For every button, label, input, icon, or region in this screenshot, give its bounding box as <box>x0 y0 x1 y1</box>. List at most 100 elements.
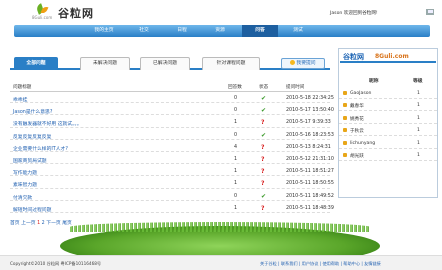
nav-item-home[interactable]: 我的主页 <box>86 25 122 37</box>
col-time: 提问时间 <box>286 85 305 90</box>
question-title-link[interactable]: 国家商贸局试题 <box>13 157 47 164</box>
nav-item-schedule[interactable]: 日程 <box>164 25 200 37</box>
col-title: 问题标题 <box>13 85 32 90</box>
table-row: Jason是什么意思? 0 ✔ 2010-5-17 13:50:40 <box>10 106 334 116</box>
qa-panel: 全部问题 未解决问题 已解决问题 针对课程问题 我要提问 问题标题 回答数 状态… <box>10 48 334 230</box>
site-header: 8Guli.com 谷粒网 Jason 欢迎回到谷粒网! <box>0 0 442 24</box>
question-title-link[interactable]: 反复反复反复反复 <box>13 133 51 140</box>
question-mark-icon: ? <box>261 180 265 188</box>
nav-item-resources[interactable]: 资源 <box>202 25 238 37</box>
question-icon <box>290 60 296 65</box>
tab-solved[interactable]: 已解决问题 <box>140 57 190 70</box>
username-link[interactable]: Jason <box>330 11 342 16</box>
check-icon: ✔ <box>261 131 267 139</box>
copyright-text: Copyright©2010 谷粒网 粤ICP备10116468号 <box>10 261 102 266</box>
question-title-link[interactable]: 素味智力题 <box>13 181 37 188</box>
user-name-link[interactable]: 姚秀花 <box>350 116 364 122</box>
table-row: 没有触发器就不好用 这就试。。。 1? 2010-5-17 9:39:33 <box>10 118 331 128</box>
nav-item-qa[interactable]: 问答 <box>242 25 278 37</box>
site-footer: Copyright©2010 谷粒网 粤ICP备10116468号 关于谷粒 |… <box>0 255 442 270</box>
question-title-link[interactable]: 没有触发器就不好用 这就试。。。 <box>13 120 82 127</box>
user-greeting: Jason 欢迎回到谷粒网! <box>330 10 378 16</box>
ranking-row: 姚秀花 1 <box>339 114 437 124</box>
question-title-link[interactable]: 付清欠款 <box>13 194 32 201</box>
check-icon: ✔ <box>261 95 267 102</box>
user-level: 1 <box>417 128 420 134</box>
ask-question-button[interactable]: 我要提问 <box>281 58 325 69</box>
answer-count: 0 <box>234 193 238 199</box>
answer-count: 1 <box>234 120 238 126</box>
answer-count: 0 <box>234 96 238 101</box>
answer-count: 4 <box>234 144 238 150</box>
question-title-link[interactable]: Jason是什么意思? <box>13 108 52 115</box>
table-row: 国家商贸局试题 1? 2010-5-12 21:31:10 <box>10 155 334 165</box>
ranking-row: GaoJason 1 <box>339 89 437 99</box>
question-time: 2010-5-17 9:39:33 <box>286 120 331 126</box>
logo-text: 谷粒网 <box>58 7 94 20</box>
user-icon <box>343 91 347 95</box>
user-level: 1 <box>417 140 420 146</box>
check-icon: ✔ <box>261 107 267 115</box>
question-time: 2010-5-11 18:50:55 <box>286 181 334 187</box>
question-title-link[interactable]: 乖乖挂 <box>13 96 27 103</box>
table-row: 素味智力题 1? 2010-5-11 18:50:55 <box>10 179 334 189</box>
table-row: 乖乖挂 0 ✔ 2010-5-18 22:34:25 <box>10 94 334 104</box>
footer-links[interactable]: 关于谷粒 | 联系我们 | 用户协议 | 使用帮助 | 帮助中心 | 友情链接 <box>260 261 381 267</box>
tab-unsolved[interactable]: 未解决问题 <box>80 57 130 70</box>
nav-item-social[interactable]: 社交 <box>126 25 162 37</box>
answer-count: 0 <box>234 108 238 114</box>
ranking-row: 于秋云 1 <box>339 126 437 137</box>
question-mark-icon: ? <box>261 143 265 151</box>
mail-icon[interactable] <box>426 9 434 15</box>
answer-count: 0 <box>234 132 238 138</box>
user-level: 1 <box>417 153 420 158</box>
table-row: 反复反复反复反复 0 ✔ 2010-5-16 18:23:53 <box>10 131 334 140</box>
tab-all-questions[interactable]: 全部问题 <box>14 57 58 70</box>
answer-count: 1 <box>234 169 238 175</box>
user-level: 1 <box>417 91 420 96</box>
question-mark-icon: ? <box>261 168 265 176</box>
user-icon <box>343 115 347 120</box>
question-time: 2010-5-16 18:23:53 <box>286 132 334 138</box>
table-row: 写作能力题 1? 2010-5-11 18:51:27 <box>10 167 334 177</box>
question-mark-icon: ? <box>261 156 265 163</box>
user-level: 1 <box>417 115 420 121</box>
table-header: 问题标题 回答数 状态 提问时间 <box>10 81 330 92</box>
user-icon <box>343 140 347 145</box>
user-name-link[interactable]: 胡光跃 <box>350 153 364 159</box>
ranking-row: 戴春华 1 <box>339 101 437 112</box>
user-name-link[interactable]: lichunyang <box>350 141 375 146</box>
logo-icon: 8Guli.com <box>30 3 54 20</box>
question-mark-icon: ? <box>261 119 265 127</box>
answer-count: 1 <box>234 181 238 187</box>
question-title-link[interactable]: 企业需要什么样的IT人才? <box>13 145 68 152</box>
user-level: 1 <box>417 103 420 109</box>
col-status: 状态 <box>259 85 269 90</box>
welcome-text: 欢迎回到谷粒网! <box>343 11 378 16</box>
question-time: 2010-5-18 22:34:25 <box>286 96 334 101</box>
user-name-link[interactable]: 戴春华 <box>350 103 364 109</box>
question-time: 2010-5-17 13:50:40 <box>286 108 334 114</box>
question-time: 2010-5-11 18:49:52 <box>286 193 334 199</box>
user-name-link[interactable]: GaoJason <box>350 91 371 96</box>
grass-decoration <box>0 212 442 256</box>
check-icon: ✔ <box>261 192 267 200</box>
question-time: 2010-5-12 21:31:10 <box>286 157 334 162</box>
ranking-sidebar: 谷粒网 8Guli.com 昵称 等级 GaoJason 1 戴春华 1 姚秀花 1 于秋云… <box>338 48 438 198</box>
user-icon <box>343 103 347 108</box>
tab-course-questions[interactable]: 针对课程问题 <box>202 57 260 70</box>
ranking-row: lichunyang 1 <box>339 139 437 149</box>
user-icon <box>343 153 347 157</box>
col-answers: 回答数 <box>228 85 242 90</box>
answer-count: 1 <box>234 157 238 162</box>
question-time: 2010-5-13 8:24:31 <box>286 144 331 150</box>
user-name-link[interactable]: 于秋云 <box>350 128 364 134</box>
ranking-row: 胡光跃 1 <box>339 151 437 161</box>
user-icon <box>343 128 347 133</box>
question-title-link[interactable]: 写作能力题 <box>13 169 37 176</box>
table-row: 企业需要什么样的IT人才? 4? 2010-5-13 8:24:31 <box>10 143 331 153</box>
nav-item-test[interactable]: 测试 <box>280 25 316 37</box>
answer-count: 1 <box>234 205 238 211</box>
main-nav: 我的主页 社交 日程 资源 问答 测试 <box>14 25 430 37</box>
question-time: 2010-5-11 18:48:39 <box>286 205 334 211</box>
